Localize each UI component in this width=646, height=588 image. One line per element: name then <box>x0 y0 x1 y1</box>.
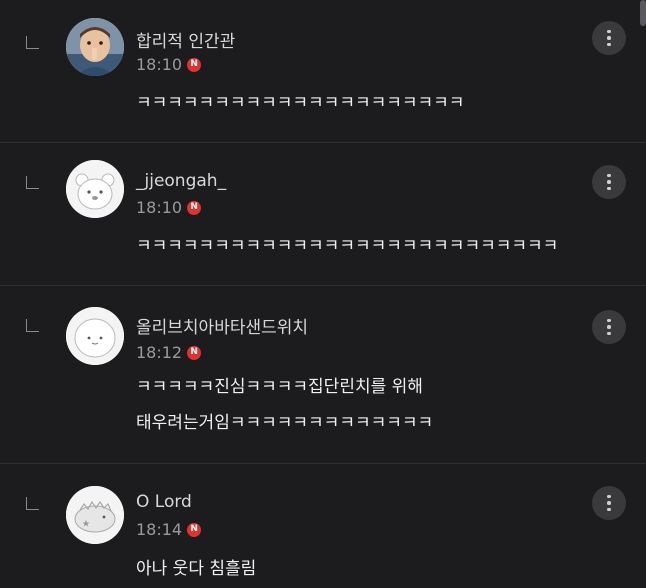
comment-nickname[interactable]: _jjeongah_ <box>136 171 226 191</box>
new-badge: N <box>187 522 202 537</box>
reply-arrow-icon <box>26 176 39 189</box>
more-vertical-icon <box>607 494 611 499</box>
bear-avatar-icon <box>66 160 124 218</box>
comment-item: 합리적 인간관 18:10 N ㅋㅋㅋㅋㅋㅋㅋㅋㅋㅋㅋㅋㅋㅋㅋㅋㅋㅋㅋㅋㅋ <box>0 0 646 141</box>
more-options-button[interactable] <box>592 21 626 55</box>
comment-text: ㅋㅋㅋㅋㅋㅋㅋㅋㅋㅋㅋㅋㅋㅋㅋㅋㅋㅋㅋㅋㅋㅋㅋㅋㅋㅋㅋ <box>136 236 559 256</box>
comment-nickname[interactable]: O Lord <box>136 492 192 512</box>
comment-text: ㅋㅋㅋㅋㅋㅋㅋㅋㅋㅋㅋㅋㅋㅋㅋㅋㅋㅋㅋㅋㅋ <box>136 93 465 113</box>
reply-arrow-icon <box>26 36 39 49</box>
dinosaur-avatar-icon <box>66 486 124 544</box>
comment-nickname[interactable]: 올리브치아바타샌드위치 <box>136 313 308 338</box>
reply-arrow-icon <box>26 497 39 510</box>
more-vertical-icon <box>607 318 611 323</box>
comment-time: 18:10 <box>136 55 183 74</box>
comment-item: _jjeongah_ 18:10 N ㅋㅋㅋㅋㅋㅋㅋㅋㅋㅋㅋㅋㅋㅋㅋㅋㅋㅋㅋㅋㅋ… <box>0 143 646 284</box>
comment-meta: 18:12 N <box>136 343 202 362</box>
new-badge: N <box>187 57 202 72</box>
more-options-button[interactable] <box>592 310 626 344</box>
comment-time: 18:12 <box>136 343 183 362</box>
avatar[interactable] <box>66 160 124 218</box>
reply-arrow-icon <box>26 319 39 332</box>
new-badge: N <box>187 200 202 215</box>
new-badge: N <box>187 345 202 360</box>
comment-meta: 18:10 N <box>136 55 202 74</box>
comment-nickname[interactable]: 합리적 인간관 <box>136 27 235 52</box>
avatar[interactable] <box>66 307 124 365</box>
bun-avatar-icon <box>66 307 124 365</box>
more-options-button[interactable] <box>592 486 626 520</box>
comment-item: 올리브치아바타샌드위치 18:12 N ㅋㅋㅋㅋㅋ진심ㅋㅋㅋㅋ집단린치를 위해 … <box>0 286 646 462</box>
child-photo-avatar-icon <box>66 18 124 76</box>
comment-time: 18:14 <box>136 520 183 539</box>
more-vertical-icon <box>607 29 611 34</box>
more-vertical-icon <box>607 173 611 178</box>
comment-text-line: ㅋㅋㅋㅋㅋ진심ㅋㅋㅋㅋ집단린치를 위해 <box>136 377 423 397</box>
comment-item: O Lord 18:14 N 아나 웃다 침흘림 <box>0 464 646 588</box>
comment-time: 18:10 <box>136 198 183 217</box>
avatar[interactable] <box>66 18 124 76</box>
more-options-button[interactable] <box>592 165 626 199</box>
comment-text-line: 태우려는거임ㅋㅋㅋㅋㅋㅋㅋㅋㅋㅋㅋㅋㅋ <box>136 413 434 433</box>
avatar[interactable] <box>66 486 124 544</box>
comment-text: 아나 웃다 침흘림 <box>136 559 257 579</box>
comment-meta: 18:14 N <box>136 520 202 539</box>
comment-meta: 18:10 N <box>136 198 202 217</box>
